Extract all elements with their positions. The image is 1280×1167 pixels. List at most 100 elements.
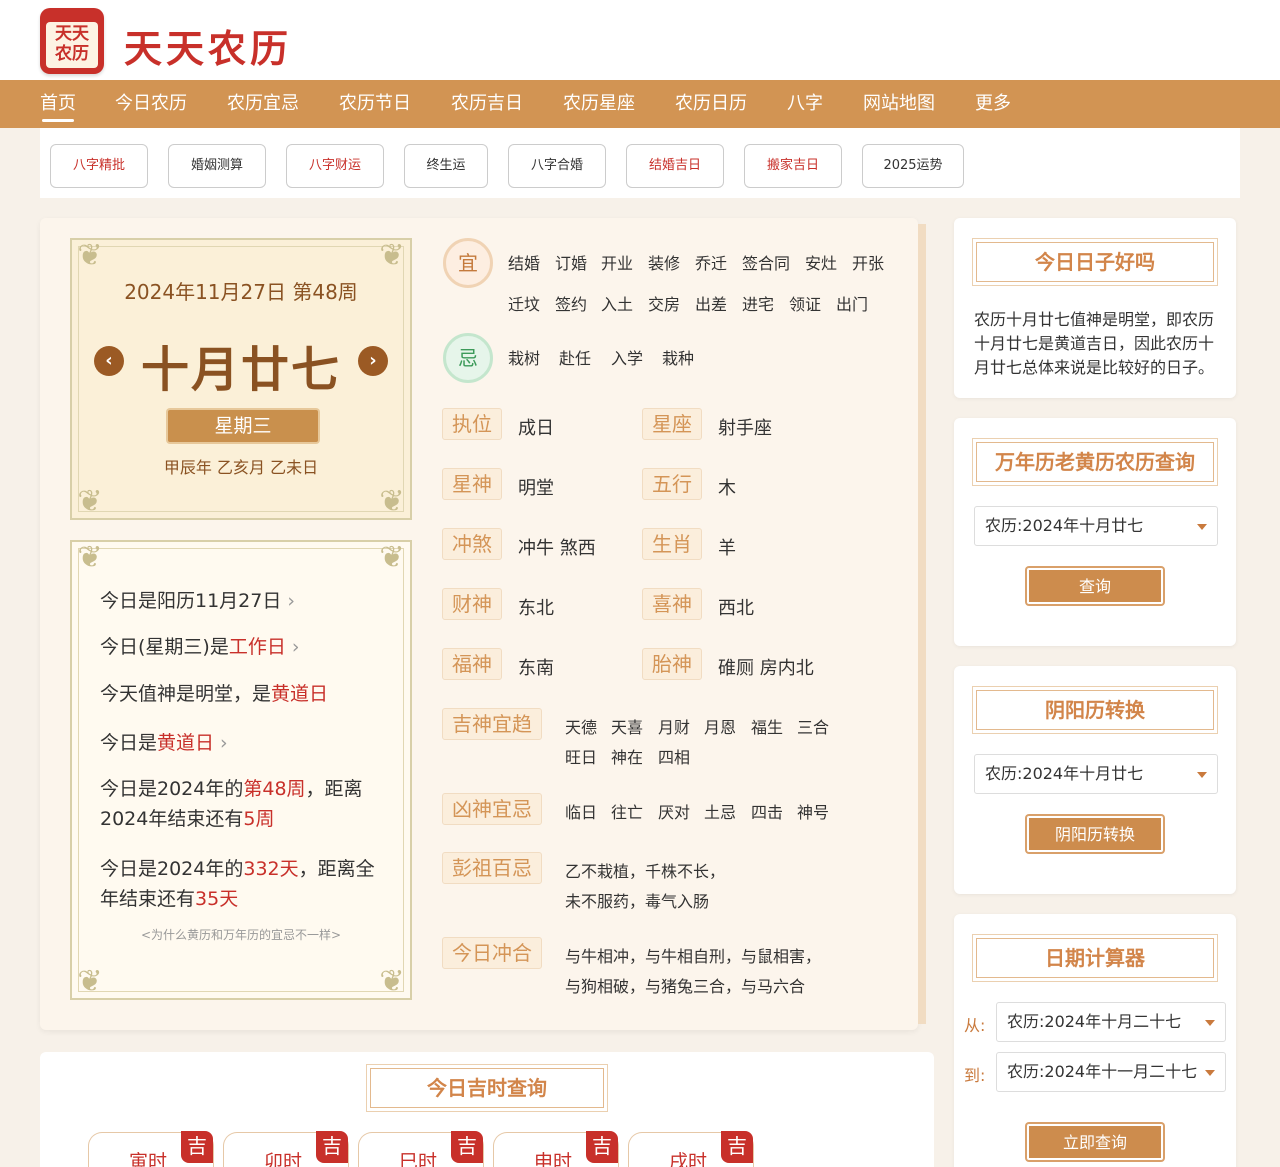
- ji-item: 栽种: [662, 349, 695, 368]
- corner-ornament-icon: ❦: [379, 238, 405, 273]
- sub-bazi-jingpi[interactable]: 八字精批: [50, 144, 148, 188]
- nav-home[interactable]: 首页: [40, 80, 76, 128]
- yi-item: 进宅: [742, 295, 775, 314]
- caret-down-icon: [1197, 772, 1207, 778]
- xiongshen-item: 神号: [797, 803, 830, 822]
- xingzuo-tag: 星座: [642, 408, 702, 440]
- nav-bazi[interactable]: 八字: [787, 80, 823, 128]
- shichen-tab[interactable]: 寅时吉: [88, 1131, 214, 1167]
- lunar-query-card: 万年历老黄历农历查询 农历:2024年十月廿七 查询: [954, 418, 1236, 646]
- convert-button[interactable]: 阴阳历转换: [1027, 816, 1163, 852]
- lunar-date-select[interactable]: 农历:2024年十月廿七: [974, 506, 1218, 546]
- ji-badge-small: 吉: [316, 1131, 348, 1163]
- ganzhi-date: 甲辰年 乙亥月 乙未日: [163, 458, 319, 477]
- yi-badge: 宜: [443, 238, 493, 288]
- shichen-tab[interactable]: 卯时吉: [223, 1131, 349, 1167]
- next-day-icon[interactable]: ›: [358, 346, 388, 376]
- nav-more[interactable]: 更多: [975, 80, 1011, 128]
- good-day-text: 农历十月廿七值神是明堂，即农历十月廿七是黄道吉日，因此农历十月廿七总体来说是比较…: [974, 310, 1215, 377]
- xishen-tag: 喜神: [642, 588, 702, 620]
- site-title[interactable]: 天天农历: [124, 18, 292, 73]
- xingzuo-value: 射手座: [718, 418, 772, 439]
- yi-item: 签约: [555, 295, 588, 314]
- jishen-item: 天喜: [611, 718, 644, 737]
- sub-lifetime[interactable]: 终生运: [404, 144, 488, 188]
- yi-item: 迁坟: [508, 295, 541, 314]
- solar-date: 2024年11月27日 第48周: [124, 280, 358, 304]
- corner-ornament-icon: ❦: [77, 540, 103, 575]
- caret-down-icon: [1205, 1070, 1215, 1076]
- caret-down-icon: [1205, 1020, 1215, 1026]
- info-day-count: 今日是2024年的332天，距离全 年结束还有35天: [100, 858, 375, 910]
- info-solar-date[interactable]: 今日是阳历11月27日 ›: [100, 586, 390, 616]
- nav-lunar-festival[interactable]: 农历节日: [339, 80, 411, 128]
- yi-item: 订婚: [555, 254, 588, 273]
- xishen-value: 西北: [718, 598, 754, 619]
- xingshen-tag: 星神: [442, 468, 502, 500]
- info-week-count: 今日是2024年的第48周，距离 2024年结束还有5周: [100, 778, 363, 830]
- chonghe-line-2: 与狗相破，与猪兔三合，与马六合: [565, 977, 806, 996]
- nav-lunar-jiri[interactable]: 农历吉日: [451, 80, 523, 128]
- ji-badge-small: 吉: [451, 1131, 483, 1163]
- ji-item: 赴任: [559, 349, 592, 368]
- nav-sitemap[interactable]: 网站地图: [863, 80, 935, 128]
- chongsha-tag: 冲煞: [442, 528, 502, 560]
- chongsha-value: 冲牛 煞西: [518, 538, 596, 559]
- nav-lunar-yiji[interactable]: 农历宜忌: [227, 80, 299, 128]
- ji-badge-small: 吉: [181, 1131, 213, 1163]
- nav-lunar-calendar[interactable]: 农历日历: [675, 80, 747, 128]
- nav-today-lunar[interactable]: 今日农历: [115, 80, 187, 128]
- corner-ornament-icon: ❦: [379, 484, 405, 519]
- from-date-select[interactable]: 农历:2024年十月二十七: [996, 1002, 1226, 1042]
- xiongshen-item: 四击: [751, 803, 784, 822]
- fushen-tag: 福神: [442, 648, 502, 680]
- info-huangdao[interactable]: 今日是黄道日 ›: [100, 728, 390, 758]
- to-label: 到:: [964, 1066, 986, 1085]
- shichen-tab[interactable]: 巳时吉: [358, 1131, 484, 1167]
- ji-badge: 忌: [443, 333, 493, 383]
- xiongshen-item: 厌对: [658, 803, 691, 822]
- sub-moving-day[interactable]: 搬家吉日: [744, 144, 842, 188]
- yi-item: 结婚: [508, 254, 541, 273]
- logo-text-bottom: 农历: [55, 44, 89, 64]
- shichen-tab[interactable]: 申时吉: [493, 1131, 619, 1167]
- nav-lunar-star[interactable]: 农历星座: [563, 80, 635, 128]
- corner-ornament-icon: ❦: [77, 484, 103, 519]
- date-info-card: ❦ ❦ ❦ ❦ 今日是阳历11月27日 › 今日(星期三)是工作日 › 今天值神是明…: [70, 540, 412, 1000]
- convert-date-select[interactable]: 农历:2024年十月廿七: [974, 754, 1218, 794]
- corner-ornament-icon: ❦: [77, 964, 103, 999]
- info-workday[interactable]: 今日(星期三)是工作日 ›: [100, 632, 390, 662]
- chevron-right-icon: ›: [220, 732, 228, 754]
- query-button[interactable]: 查询: [1027, 568, 1163, 604]
- to-date-select[interactable]: 农历:2024年十一月二十七: [996, 1052, 1226, 1092]
- caishen-tag: 财神: [442, 588, 502, 620]
- sub-bazi-match[interactable]: 八字合婚: [508, 144, 606, 188]
- date-calc-card: 日期计算器 从: 农历:2024年十月二十七 到: 农历:2024年十一月二十七…: [954, 914, 1236, 1167]
- calc-submit-button[interactable]: 立即查询: [1027, 1124, 1163, 1160]
- shengxiao-tag: 生肖: [642, 528, 702, 560]
- yi-item: 开业: [601, 254, 634, 273]
- sub-wedding-day[interactable]: 结婚吉日: [626, 144, 724, 188]
- sub-bazi-wealth[interactable]: 八字财运: [286, 144, 384, 188]
- taishen-tag: 胎神: [642, 648, 702, 680]
- jishen-item: 旺日: [565, 748, 598, 767]
- chevron-right-icon: ›: [291, 636, 300, 658]
- sub-marriage-test[interactable]: 婚姻测算: [168, 144, 266, 188]
- logo-text-top: 天天: [55, 24, 89, 44]
- yi-item: 出门: [836, 295, 869, 314]
- jishen-item: 四相: [658, 748, 691, 767]
- jishen-tag: 吉神宜趋: [442, 708, 542, 740]
- almanac-panel: ❦ ❦ ❦ ❦ 2024年11月27日 第48周 ‹ 十月廿七 › 星期三 甲辰…: [40, 218, 918, 1030]
- shichen-tab[interactable]: 戌时吉: [628, 1131, 754, 1167]
- main-nav: 首页 今日农历 农历宜忌 农历节日 农历吉日 农历星座 农历日历 八字 网站地图…: [0, 80, 1280, 128]
- xiongshen-tag: 凶神宜忌: [442, 793, 542, 825]
- yiji-difference-link[interactable]: <为什么黄历和万年历的宜忌不一样>: [72, 926, 410, 943]
- site-logo[interactable]: 天天 农历: [40, 8, 104, 74]
- sub-nav: 八字精批 婚姻测算 八字财运 终生运 八字合婚 结婚吉日 搬家吉日 2025运势: [40, 128, 1240, 198]
- info-zhishen: 今天值神是明堂，是黄道日: [100, 683, 329, 705]
- jishen-item: 福生: [751, 718, 784, 737]
- chevron-right-icon: ›: [287, 590, 295, 612]
- weekday-badge: 星期三: [168, 410, 318, 442]
- date-calc-title: 日期计算器: [976, 938, 1214, 978]
- sub-2025-fortune[interactable]: 2025运势: [862, 144, 964, 188]
